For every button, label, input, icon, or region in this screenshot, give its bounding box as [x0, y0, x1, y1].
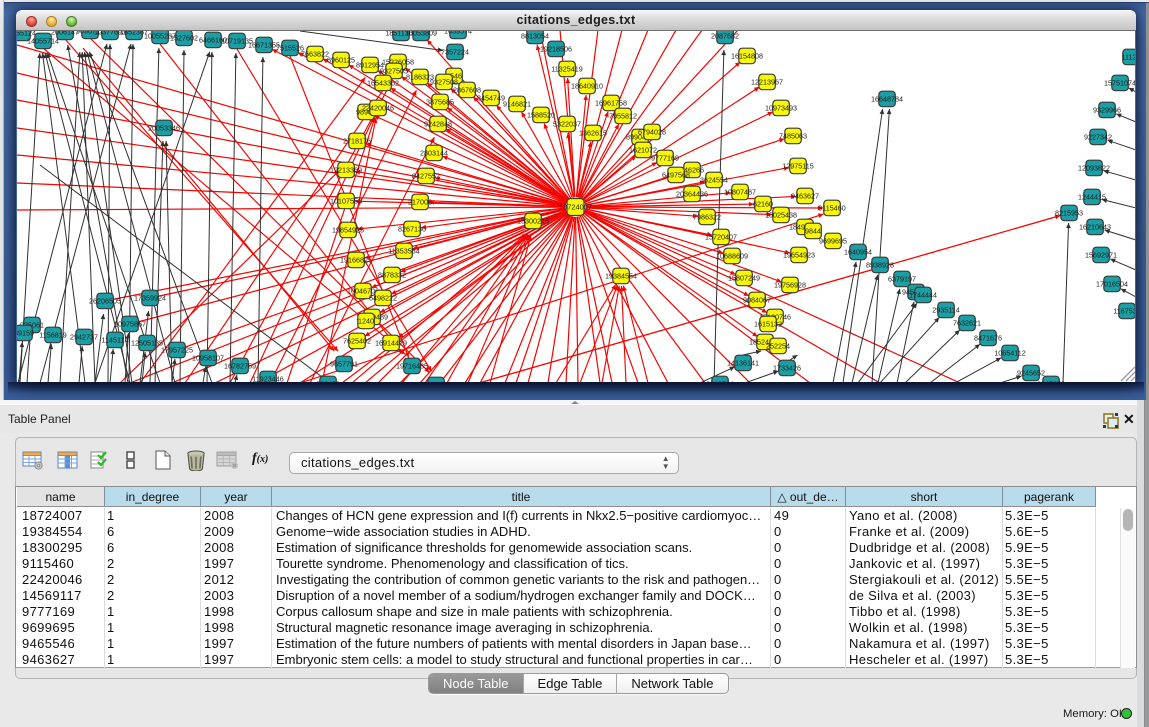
- svg-text:1167530: 1167530: [1113, 307, 1135, 316]
- svg-text:11121: 11121: [1122, 53, 1135, 62]
